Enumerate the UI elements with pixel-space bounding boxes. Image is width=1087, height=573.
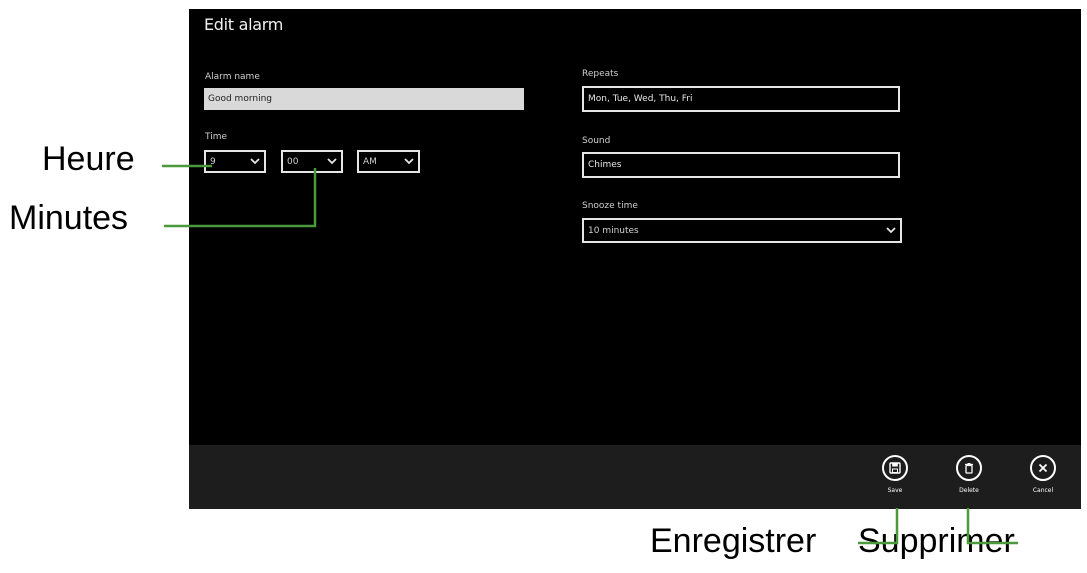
app-bar: Save Delete Cancel <box>189 445 1081 509</box>
cancel-label: Cancel <box>1032 487 1054 494</box>
page: Heure Minutes Enregistrer Supprimer Edit… <box>0 0 1087 573</box>
hour-value: 9 <box>210 156 216 167</box>
cancel-button[interactable]: Cancel <box>1023 455 1063 494</box>
sound-field[interactable]: Chimes <box>582 152 900 178</box>
ampm-value: AM <box>363 156 377 167</box>
minute-dropdown[interactable]: 00 <box>281 150 343 173</box>
snooze-label: Snooze time <box>582 201 638 211</box>
hour-dropdown[interactable]: 9 <box>204 150 266 173</box>
snooze-value: 10 minutes <box>588 225 639 236</box>
save-button[interactable]: Save <box>875 455 915 494</box>
alarm-name-input[interactable]: Good morning <box>204 88 524 110</box>
callout-delete: Supprimer <box>858 522 1015 560</box>
cancel-button-ring <box>1030 455 1056 481</box>
page-title: Edit alarm <box>204 15 284 34</box>
close-icon <box>1038 463 1048 473</box>
chevron-down-icon <box>404 158 414 165</box>
chevron-down-icon <box>250 158 260 165</box>
sound-label: Sound <box>582 136 611 146</box>
delete-button-ring <box>956 455 982 481</box>
ampm-dropdown[interactable]: AM <box>357 150 420 173</box>
alarm-name-value: Good morning <box>208 94 272 104</box>
trash-icon <box>965 463 973 474</box>
delete-label: Delete <box>959 487 979 494</box>
snooze-dropdown[interactable]: 10 minutes <box>582 218 902 243</box>
save-button-ring <box>882 455 908 481</box>
sound-value: Chimes <box>588 160 622 170</box>
floppy-icon <box>889 462 901 474</box>
time-label: Time <box>205 132 228 142</box>
alarm-app-window: Edit alarm Alarm name Good morning Time … <box>189 9 1081 509</box>
delete-button[interactable]: Delete <box>949 455 989 494</box>
minute-value: 00 <box>287 156 299 167</box>
save-label: Save <box>887 487 903 494</box>
chevron-down-icon <box>886 227 896 234</box>
alarm-name-label: Alarm name <box>205 72 260 82</box>
chevron-down-icon <box>327 158 337 165</box>
repeats-label: Repeats <box>582 69 619 79</box>
repeats-field[interactable]: Mon, Tue, Wed, Thu, Fri <box>582 86 900 112</box>
callout-save: Enregistrer <box>650 522 817 560</box>
callout-minutes: Minutes <box>9 199 129 237</box>
callout-hour: Heure <box>42 140 135 178</box>
repeats-value: Mon, Tue, Wed, Thu, Fri <box>588 94 693 104</box>
